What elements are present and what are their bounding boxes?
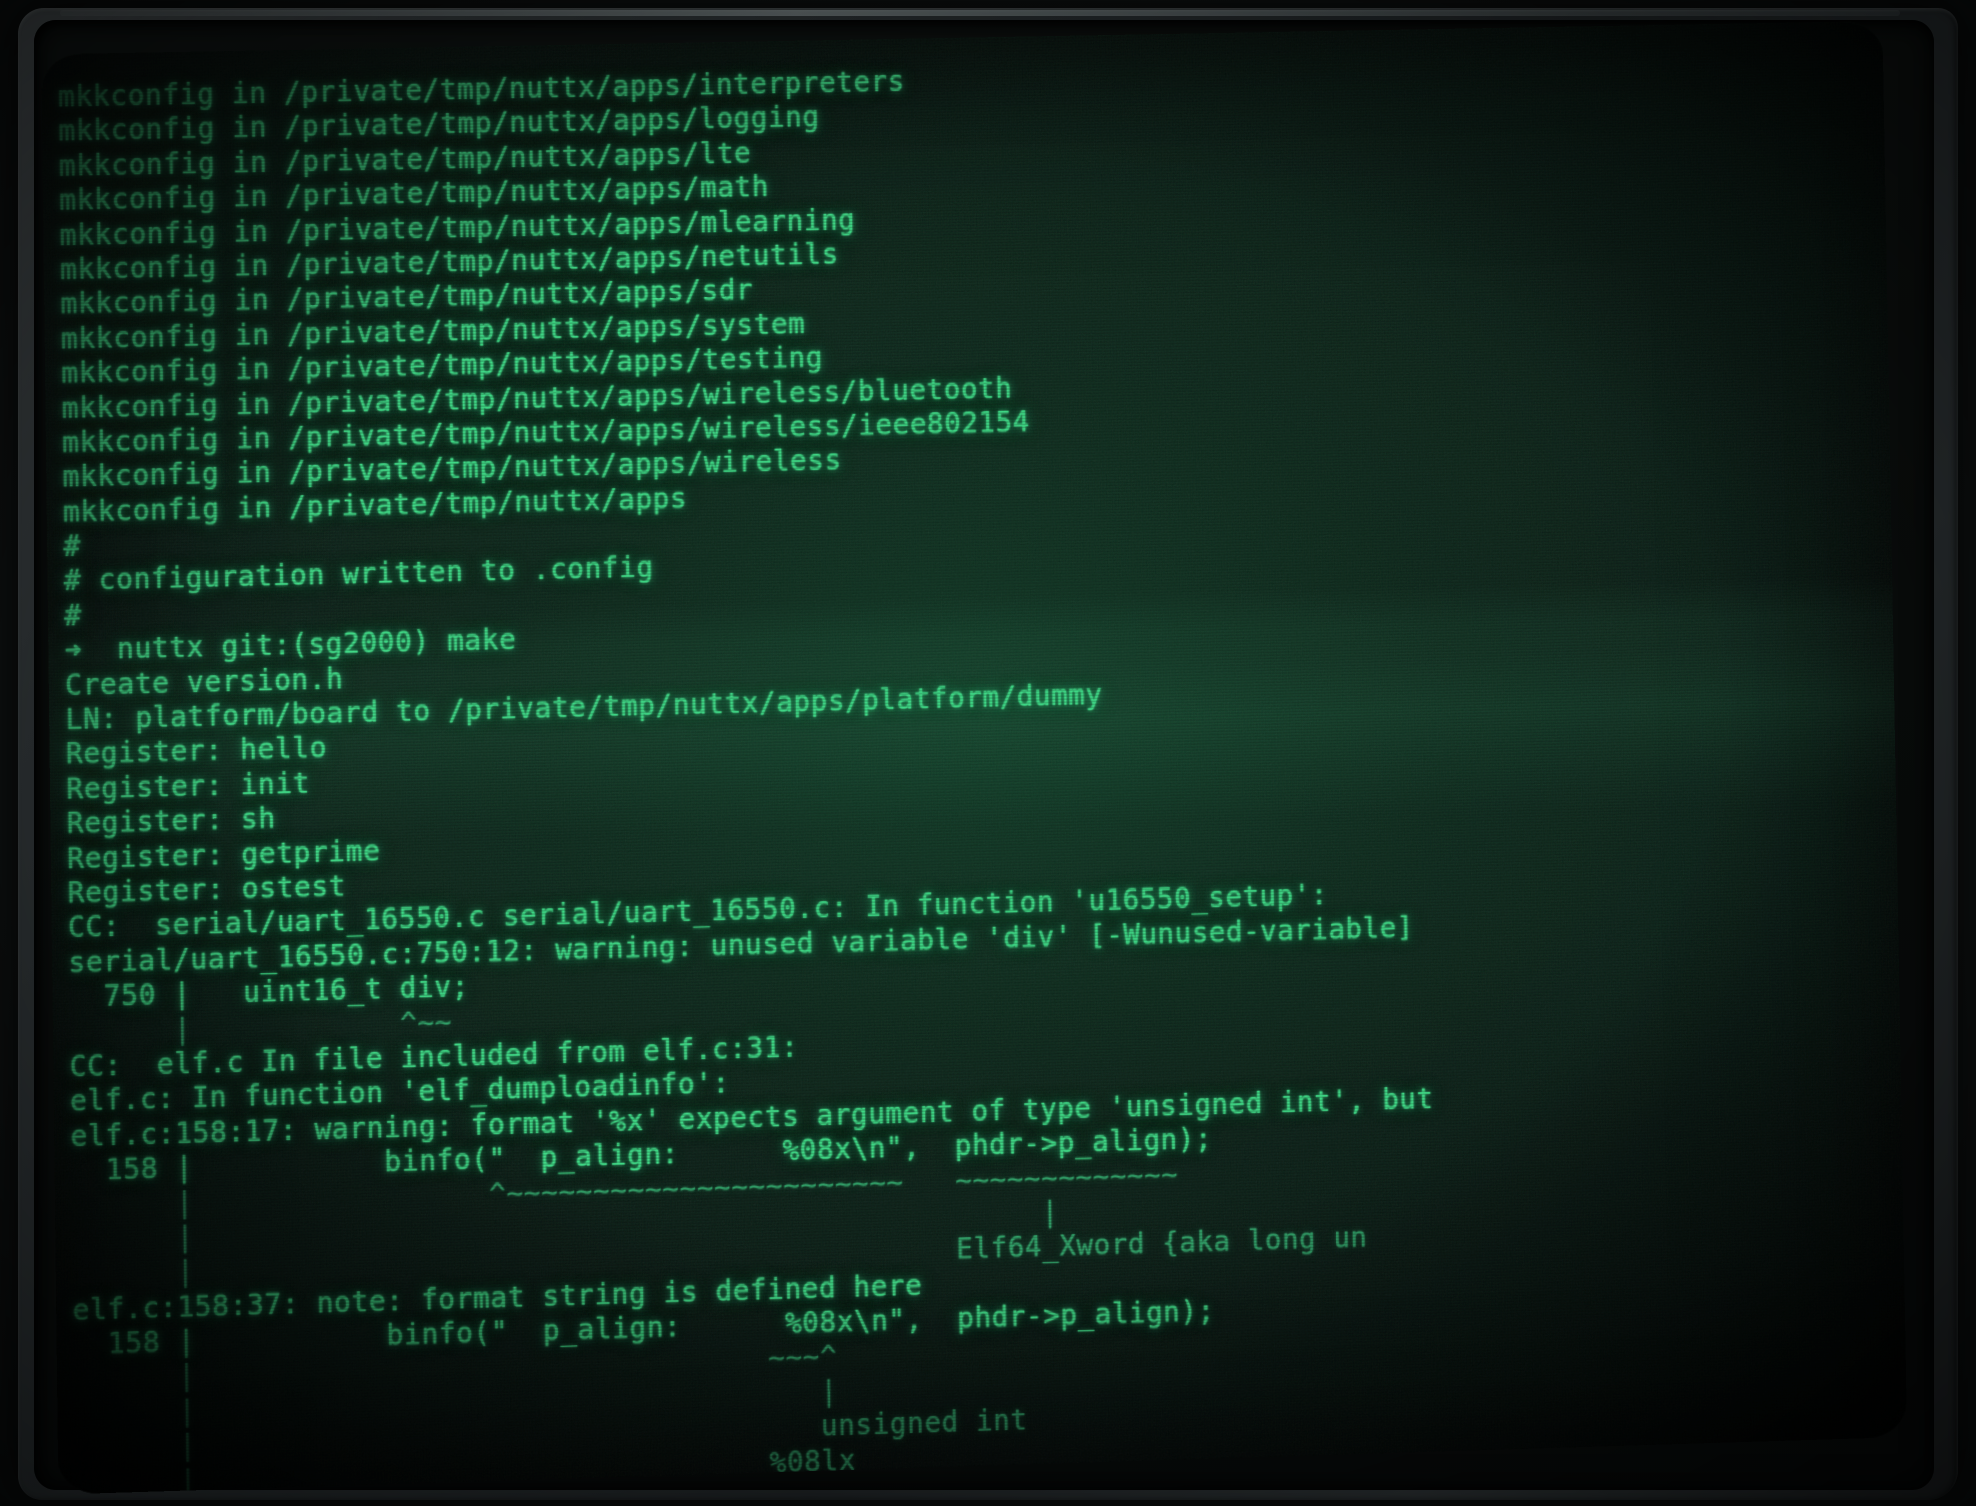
bezel-top-highlight xyxy=(60,10,1900,16)
terminal-line-text: Create version.h xyxy=(64,662,344,702)
terminal-line-text: # xyxy=(64,599,82,633)
crt-screen[interactable]: mkkconfig in /private/tmp/nuttx/apps/int… xyxy=(41,20,1908,1495)
terminal-line-text: Register: sh xyxy=(66,802,276,841)
crt-tube-wrapper: mkkconfig in /private/tmp/nuttx/apps/int… xyxy=(40,20,1938,1495)
terminal-output[interactable]: mkkconfig in /private/tmp/nuttx/apps/int… xyxy=(41,21,1907,1495)
crt-monitor-scene: mkkconfig in /private/tmp/nuttx/apps/int… xyxy=(0,0,1976,1506)
terminal-line-text: Register: init xyxy=(66,767,311,806)
terminal-line-text: Register: ostest xyxy=(67,870,347,910)
terminal-line-text: Register: hello xyxy=(65,732,328,771)
terminal-line-text: # xyxy=(63,530,82,564)
